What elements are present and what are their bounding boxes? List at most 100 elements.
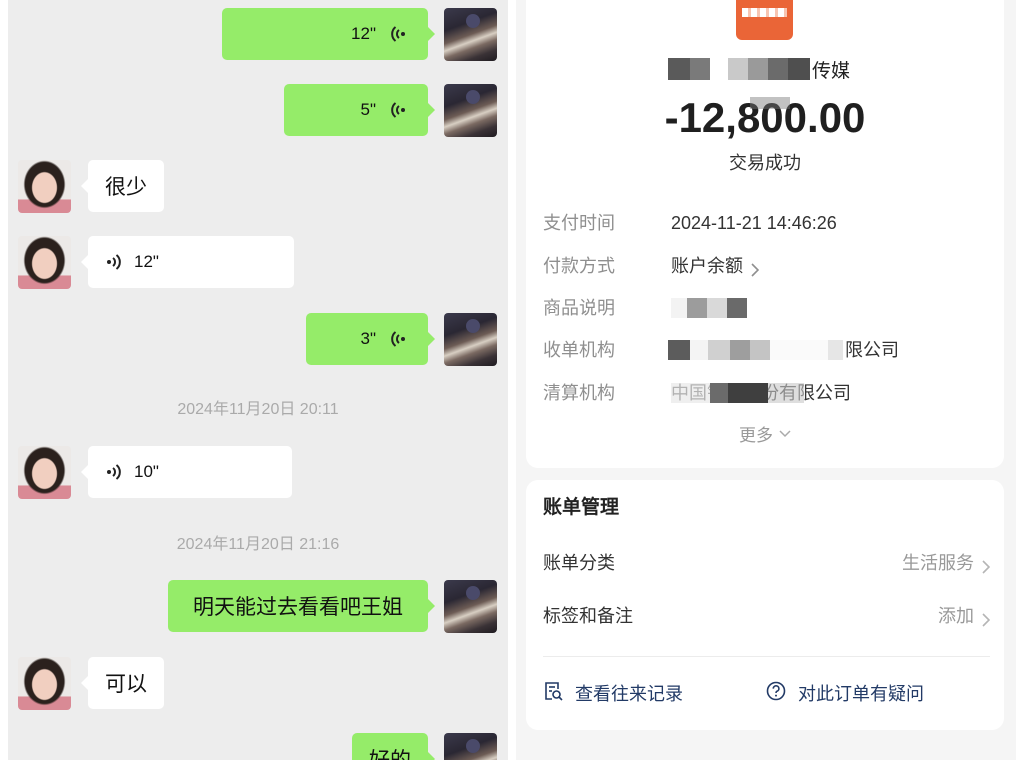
voice-duration: 12" xyxy=(134,252,159,271)
voice-icon xyxy=(106,252,122,272)
voice-message-bubble[interactable]: 3" xyxy=(306,313,435,365)
message-row: 明天能过去看看吧王姐 xyxy=(8,580,508,633)
avatar[interactable] xyxy=(444,84,497,137)
view-history-link[interactable]: 查看往来记录 xyxy=(543,681,683,705)
avatar[interactable] xyxy=(444,580,497,633)
voice-message-bubble[interactable]: 12" xyxy=(81,236,294,288)
row-value-wrap: 2024-11-21 14:46:26 xyxy=(671,211,837,235)
voice-message-bubble[interactable]: 5" xyxy=(284,84,435,136)
redaction-mosaic xyxy=(668,58,810,80)
voice-icon xyxy=(390,329,406,349)
text-message-bubble[interactable]: 明天能过去看看吧王姐 xyxy=(168,580,435,632)
section-title: 账单管理 xyxy=(543,497,620,518)
mosaic-tile xyxy=(730,340,750,360)
mosaic-tile xyxy=(750,340,770,360)
bill-management-card: 账单管理 账单分类 生活服务 标签和备注 添加 查看往来记录 对此订单有疑问 xyxy=(526,480,1004,730)
voice-icon xyxy=(390,24,406,44)
category-value: 生活服务 xyxy=(902,553,974,573)
category-row[interactable]: 账单分类 生活服务 xyxy=(543,551,991,575)
merchant-logo xyxy=(736,0,793,40)
row-label: 标签和备注 xyxy=(543,606,633,626)
avatar[interactable] xyxy=(18,446,71,499)
message-text: 很少 xyxy=(105,176,147,199)
transaction-status: 交易成功 xyxy=(729,153,801,173)
message-row: 可以 xyxy=(8,657,508,710)
redaction-mosaic xyxy=(668,340,843,360)
message-row: 10" xyxy=(8,446,508,499)
message-text: 好的 xyxy=(369,744,411,760)
mosaic-tile xyxy=(728,383,768,403)
avatar[interactable] xyxy=(444,313,497,366)
row-value-wrap: 限公司 xyxy=(668,338,899,362)
detail-row-product-desc: 商品说明 xyxy=(543,296,990,320)
text-message-bubble[interactable]: 可以 xyxy=(81,657,164,709)
logo-stripe xyxy=(742,8,787,17)
message-text: 可以 xyxy=(105,673,147,696)
avatar[interactable] xyxy=(18,160,71,213)
order-question-link[interactable]: 对此订单有疑问 xyxy=(766,681,924,705)
bill-detail-panel: 传媒 -12,800.00 交易成功 支付时间 2024-11-21 14:46… xyxy=(516,0,1016,760)
mosaic-tile xyxy=(707,298,727,318)
message-row: 3" xyxy=(8,313,508,366)
chat-timestamp: 2024年11月20日 20:11 xyxy=(177,401,339,418)
row-label: 账单分类 xyxy=(543,553,615,573)
detail-row-acquirer: 收单机构 限公司 xyxy=(543,338,990,362)
row-value-wrap[interactable]: 添加 xyxy=(938,604,991,628)
mosaic-tile xyxy=(687,298,707,318)
chevron-down-icon xyxy=(779,423,791,443)
row-value-wrap[interactable]: 生活服务 xyxy=(902,551,991,575)
row-value-wrap: 中国银联股份有限公司 xyxy=(671,381,851,405)
question-icon xyxy=(766,681,786,706)
text-message-bubble[interactable]: 好的 xyxy=(352,733,435,760)
mosaic-tile xyxy=(728,58,748,80)
redaction-mosaic xyxy=(671,383,804,403)
mosaic-tile xyxy=(710,383,728,403)
mosaic-tile xyxy=(668,340,690,360)
chat-timestamp: 2024年11月20日 21:16 xyxy=(176,536,340,553)
detail-row-pay-time: 支付时间 2024-11-21 14:46:26 xyxy=(543,211,990,235)
mosaic-tile xyxy=(668,58,690,80)
detail-row-payment-method[interactable]: 付款方式 账户余额 xyxy=(543,254,990,278)
message-row: 12" xyxy=(8,8,508,61)
chevron-right-icon xyxy=(982,609,991,627)
detail-row-clearing: 清算机构 中国银联股份有限公司 xyxy=(543,381,990,405)
mosaic-tile xyxy=(671,298,687,318)
avatar[interactable] xyxy=(18,236,71,289)
message-row: 5" xyxy=(8,84,508,137)
mosaic-tile xyxy=(671,383,710,403)
merchant-name-text: 传媒 xyxy=(812,60,851,82)
voice-duration: 12" xyxy=(351,24,376,43)
merchant-name: 传媒 xyxy=(668,56,850,82)
mosaic-tile xyxy=(770,340,828,360)
message-text: 明天能过去看看吧王姐 xyxy=(193,596,403,619)
records-search-icon xyxy=(543,681,563,706)
chevron-right-icon xyxy=(751,259,760,277)
tags-notes-row[interactable]: 标签和备注 添加 xyxy=(543,604,991,628)
message-row: 很少 xyxy=(8,160,508,213)
avatar[interactable] xyxy=(444,733,497,760)
row-label: 付款方式 xyxy=(543,256,615,276)
voice-icon xyxy=(106,462,122,482)
voice-duration: 5" xyxy=(360,100,377,119)
mosaic-tile xyxy=(768,58,788,80)
add-tag-value: 添加 xyxy=(938,606,974,626)
row-value-wrap[interactable]: 账户余额 xyxy=(671,254,760,278)
text-message-bubble[interactable]: 很少 xyxy=(81,160,164,212)
mosaic-tile xyxy=(710,58,728,80)
row-value-wrap xyxy=(671,296,747,320)
more-button[interactable]: 更多 xyxy=(526,421,1004,445)
more-label: 更多 xyxy=(739,425,773,445)
divider xyxy=(543,656,990,657)
mosaic-tile xyxy=(748,58,768,80)
avatar[interactable] xyxy=(444,8,497,61)
avatar[interactable] xyxy=(18,657,71,710)
row-value: 账户余额 xyxy=(671,256,743,276)
transaction-card: 传媒 -12,800.00 交易成功 支付时间 2024-11-21 14:46… xyxy=(526,0,1004,468)
mosaic-tile xyxy=(788,58,810,80)
voice-message-bubble[interactable]: 10" xyxy=(81,446,292,498)
mosaic-tile xyxy=(690,58,710,80)
chat-panel: 12" 5" 很少 12" 3" 2024年11月20日 20:11 10" 2… xyxy=(8,0,508,760)
row-label: 支付时间 xyxy=(543,213,615,233)
chevron-right-icon xyxy=(982,556,991,574)
voice-message-bubble[interactable]: 12" xyxy=(222,8,435,60)
